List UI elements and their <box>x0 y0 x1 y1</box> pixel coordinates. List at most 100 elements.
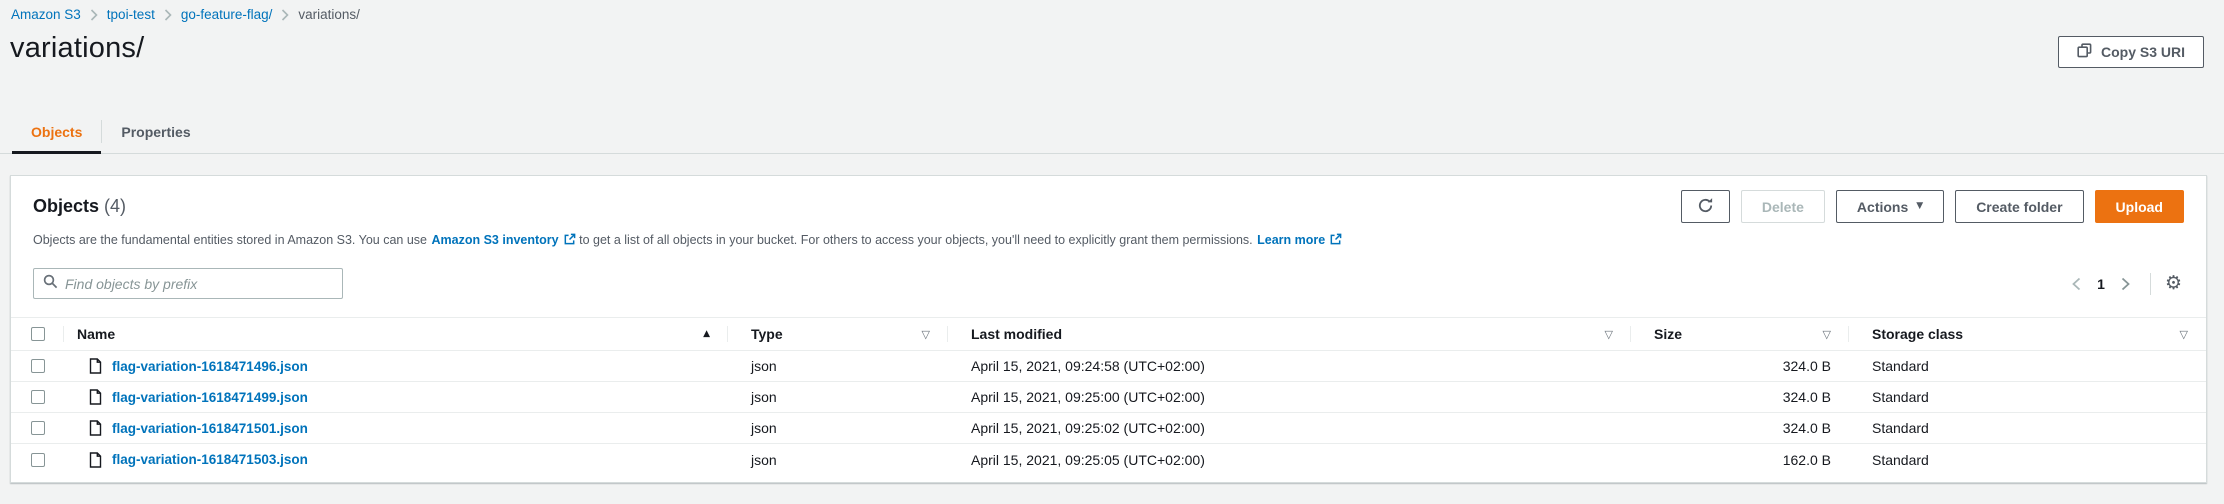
object-size: 324.0 B <box>1631 358 1849 374</box>
tab-bar: Objects Properties <box>0 110 2224 154</box>
current-page-number: 1 <box>2089 276 2113 292</box>
refresh-icon <box>1697 197 1714 217</box>
external-link-icon <box>1329 233 1342 249</box>
external-link-icon <box>563 233 576 249</box>
object-name-cell: flag-variation-1618471503.json <box>64 452 728 468</box>
breadcrumb-bucket[interactable]: tpoi-test <box>107 7 155 22</box>
breadcrumb: Amazon S3 tpoi-test go-feature-flag/ var… <box>11 7 360 22</box>
column-header-last-modified[interactable]: Last modified ▽ <box>948 318 1631 350</box>
column-label-name: Name <box>64 326 115 342</box>
pagination-divider <box>2150 273 2151 295</box>
description-text: to get a list of all objects in your buc… <box>579 233 1253 247</box>
object-last-modified: April 15, 2021, 09:25:00 (UTC+02:00) <box>948 389 1631 405</box>
file-icon <box>89 420 102 436</box>
copy-icon <box>2077 43 2092 61</box>
actions-label: Actions <box>1857 199 1908 215</box>
object-last-modified: April 15, 2021, 09:25:02 (UTC+02:00) <box>948 420 1631 436</box>
column-label-type: Type <box>728 326 783 342</box>
objects-table: Name ▲ Type ▽ Last modified ▽ Size ▽ Sto… <box>11 317 2206 475</box>
column-label-last-modified: Last modified <box>948 326 1062 342</box>
breadcrumb-folder[interactable]: go-feature-flag/ <box>181 7 273 22</box>
object-name-cell: flag-variation-1618471499.json <box>64 389 728 405</box>
panel-actions: Delete Actions ▼ Create folder Upload <box>1681 190 2184 223</box>
column-label-storage-class: Storage class <box>1849 326 1963 342</box>
preferences-gear-button[interactable]: ⚙ <box>2163 274 2184 293</box>
object-last-modified: April 15, 2021, 09:25:05 (UTC+02:00) <box>948 452 1631 468</box>
objects-panel: Objects (4) Delete Actions ▼ Create fold… <box>10 175 2207 483</box>
object-type: json <box>728 420 948 436</box>
tab-objects[interactable]: Objects <box>12 110 101 153</box>
object-size: 324.0 B <box>1631 420 1849 436</box>
learn-more-link[interactable]: Learn more <box>1257 233 1325 247</box>
chevron-right-icon <box>90 9 98 21</box>
next-page-button[interactable] <box>2113 273 2138 295</box>
panel-description: Objects are the fundamental entities sto… <box>11 223 2206 249</box>
refresh-button[interactable] <box>1681 190 1730 223</box>
copy-s3-uri-button[interactable]: Copy S3 URI <box>2058 36 2204 68</box>
row-checkbox[interactable] <box>31 359 45 373</box>
description-text: Objects are the fundamental entities sto… <box>33 233 427 247</box>
table-row: flag-variation-1618471503.json json Apri… <box>11 444 2206 475</box>
previous-page-button[interactable] <box>2064 273 2089 295</box>
sort-icon: ▽ <box>1605 328 1613 341</box>
table-header-row: Name ▲ Type ▽ Last modified ▽ Size ▽ Sto… <box>11 317 2206 351</box>
column-header-name[interactable]: Name ▲ <box>64 318 728 350</box>
object-name-cell: flag-variation-1618471501.json <box>64 420 728 436</box>
create-folder-button[interactable]: Create folder <box>1955 190 2083 223</box>
column-header-size[interactable]: Size ▽ <box>1631 318 1849 350</box>
chevron-right-icon <box>164 9 172 21</box>
object-storage-class: Standard <box>1849 452 2206 468</box>
column-label-size: Size <box>1631 326 1682 342</box>
s3-console-page: Amazon S3 tpoi-test go-feature-flag/ var… <box>0 0 2224 504</box>
file-icon <box>89 358 102 374</box>
tab-properties-label: Properties <box>121 124 190 140</box>
object-type: json <box>728 389 948 405</box>
chevron-down-icon: ▼ <box>1916 202 1923 211</box>
column-header-type[interactable]: Type ▽ <box>728 318 948 350</box>
search-input[interactable] <box>65 276 333 292</box>
breadcrumb-current: variations/ <box>298 7 360 22</box>
object-name-link[interactable]: flag-variation-1618471496.json <box>112 359 308 374</box>
search-icon <box>43 274 58 294</box>
object-size: 324.0 B <box>1631 389 1849 405</box>
row-checkbox-cell <box>11 453 64 467</box>
row-checkbox[interactable] <box>31 421 45 435</box>
select-all-checkbox[interactable] <box>31 327 45 341</box>
row-checkbox[interactable] <box>31 453 45 467</box>
sort-icon: ▽ <box>2180 328 2188 341</box>
object-name-cell: flag-variation-1618471496.json <box>64 358 728 374</box>
object-name-link[interactable]: flag-variation-1618471501.json <box>112 421 308 436</box>
column-header-storage-class[interactable]: Storage class ▽ <box>1849 318 2206 350</box>
search-box <box>33 268 343 299</box>
sort-icon: ▽ <box>1823 328 1831 341</box>
object-count: (4) <box>104 196 126 216</box>
file-icon <box>89 452 102 468</box>
row-checkbox-cell <box>11 390 64 404</box>
object-size: 162.0 B <box>1631 452 1849 468</box>
row-checkbox[interactable] <box>31 390 45 404</box>
table-row: flag-variation-1618471501.json json Apri… <box>11 413 2206 444</box>
row-checkbox-cell <box>11 421 64 435</box>
file-icon <box>89 389 102 405</box>
panel-title: Objects (4) <box>33 190 126 217</box>
page-title: variations/ <box>10 32 144 65</box>
row-checkbox-cell <box>11 359 64 373</box>
copy-s3-uri-label: Copy S3 URI <box>2101 44 2185 60</box>
upload-button[interactable]: Upload <box>2095 190 2184 223</box>
sort-ascending-icon: ▲ <box>703 329 710 339</box>
actions-button[interactable]: Actions ▼ <box>1836 190 1944 223</box>
s3-inventory-link[interactable]: Amazon S3 inventory <box>432 233 559 247</box>
tab-properties[interactable]: Properties <box>102 110 209 153</box>
tab-objects-label: Objects <box>31 124 82 140</box>
object-type: json <box>728 452 948 468</box>
breadcrumb-amazon-s3[interactable]: Amazon S3 <box>11 7 81 22</box>
delete-button[interactable]: Delete <box>1741 190 1825 223</box>
object-storage-class: Standard <box>1849 420 2206 436</box>
select-all-header-cell <box>11 318 64 350</box>
chevron-right-icon <box>281 9 289 21</box>
object-type: json <box>728 358 948 374</box>
object-storage-class: Standard <box>1849 358 2206 374</box>
object-name-link[interactable]: flag-variation-1618471499.json <box>112 390 308 405</box>
object-name-link[interactable]: flag-variation-1618471503.json <box>112 452 308 467</box>
panel-title-text: Objects <box>33 196 99 216</box>
